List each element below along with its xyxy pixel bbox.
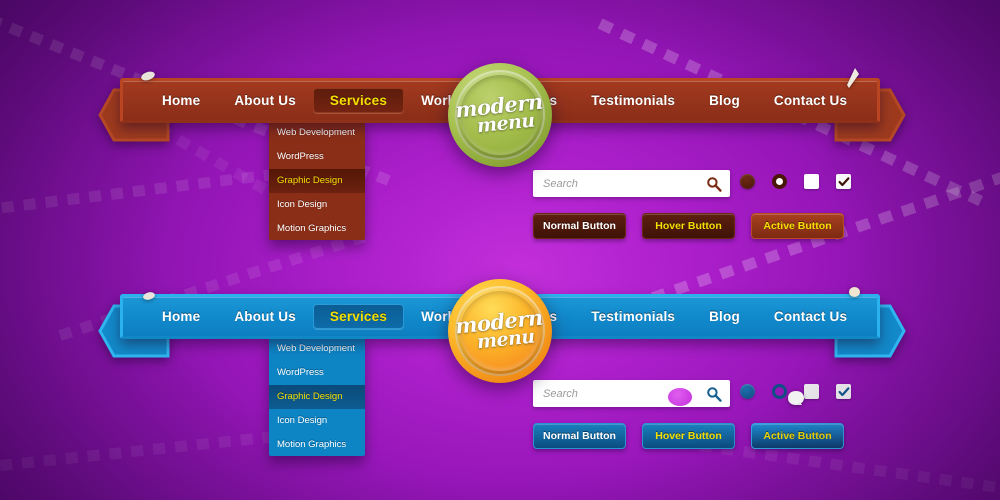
menu-item-contact-us[interactable]: Contact Us	[757, 88, 864, 114]
radio-unselected[interactable]	[772, 174, 787, 189]
radio-unselected[interactable]	[772, 384, 787, 399]
search-row: Search	[533, 380, 730, 407]
menu-item-blog[interactable]: Blog	[692, 88, 757, 114]
control-row	[740, 384, 851, 399]
dropdown-item-graphic-design[interactable]: Graphic Design	[269, 168, 365, 193]
dropdown-item-graphic-design[interactable]: Graphic Design	[269, 384, 365, 409]
checkbox-checked[interactable]	[836, 174, 851, 189]
control-row	[740, 174, 851, 189]
button-row: Normal Button Hover Button Active Button	[533, 423, 844, 449]
normal-button[interactable]: Normal Button	[533, 423, 626, 449]
ribbon-blue: Home About Us Services Works Products Te…	[0, 276, 1000, 457]
checkbox-unchecked[interactable]	[804, 384, 819, 399]
menu-item-blog[interactable]: Blog	[692, 304, 757, 330]
search-row: Search	[533, 170, 730, 197]
search-box[interactable]: Search	[533, 380, 730, 407]
menu-item-services[interactable]: Services	[312, 87, 405, 114]
check-icon	[836, 174, 851, 189]
dropdown-item-icon-design[interactable]: Icon Design	[269, 409, 365, 433]
active-button[interactable]: Active Button	[751, 423, 844, 449]
dropdown-item-motion-graphics[interactable]: Motion Graphics	[269, 217, 365, 241]
canvas: Home About Us Services Works Products Te…	[0, 0, 1000, 500]
dropdown-item-icon-design[interactable]: Icon Design	[269, 193, 365, 217]
menu-items-left: Home About Us Services Works	[123, 81, 480, 120]
radio-selected[interactable]	[740, 384, 755, 399]
dropdown-item-web-development[interactable]: Web Development	[269, 337, 365, 361]
menu-set-blue: Home About Us Services Works Products Te…	[0, 276, 1000, 457]
brand-badge[interactable]: modern menu	[448, 63, 552, 167]
search-input[interactable]: Search	[543, 178, 706, 190]
dropdown-item-wordpress[interactable]: WordPress	[269, 361, 365, 385]
dash-track-6	[0, 428, 299, 471]
search-box[interactable]: Search	[533, 170, 730, 197]
badge-text: modern menu	[454, 89, 546, 138]
active-button[interactable]: Active Button	[751, 213, 844, 239]
badge-text: modern menu	[454, 305, 546, 354]
dropdown-item-web-development[interactable]: Web Development	[269, 121, 365, 145]
menu-item-services[interactable]: Services	[312, 303, 405, 330]
menu-item-contact-us[interactable]: Contact Us	[757, 304, 864, 330]
menu-item-testimonials[interactable]: Testimonials	[574, 88, 692, 114]
services-dropdown: Web Development WordPress Graphic Design…	[269, 335, 365, 457]
menu-item-home[interactable]: Home	[145, 304, 217, 330]
ribbon-brown: Home About Us Services Works Products Te…	[0, 60, 1000, 241]
hover-button[interactable]: Hover Button	[642, 423, 735, 449]
search-icon[interactable]	[706, 386, 722, 402]
menu-item-about-us[interactable]: About Us	[217, 88, 313, 114]
menu-set-brown: Home About Us Services Works Products Te…	[0, 60, 1000, 241]
brand-badge[interactable]: modern menu	[448, 279, 552, 383]
radio-selected[interactable]	[740, 174, 755, 189]
hover-button[interactable]: Hover Button	[642, 213, 735, 239]
button-row: Normal Button Hover Button Active Button	[533, 213, 844, 239]
menu-item-home[interactable]: Home	[145, 88, 217, 114]
menu-item-testimonials[interactable]: Testimonials	[574, 304, 692, 330]
check-icon	[836, 384, 851, 399]
checkbox-unchecked[interactable]	[804, 174, 819, 189]
search-input[interactable]: Search	[543, 388, 706, 400]
checkbox-checked[interactable]	[836, 384, 851, 399]
menu-items-left: Home About Us Services Works	[123, 297, 480, 336]
normal-button[interactable]: Normal Button	[533, 213, 626, 239]
search-icon[interactable]	[706, 176, 722, 192]
dropdown-item-motion-graphics[interactable]: Motion Graphics	[269, 433, 365, 457]
services-dropdown: Web Development WordPress Graphic Design…	[269, 119, 365, 241]
menu-item-about-us[interactable]: About Us	[217, 304, 313, 330]
dropdown-item-wordpress[interactable]: WordPress	[269, 145, 365, 169]
